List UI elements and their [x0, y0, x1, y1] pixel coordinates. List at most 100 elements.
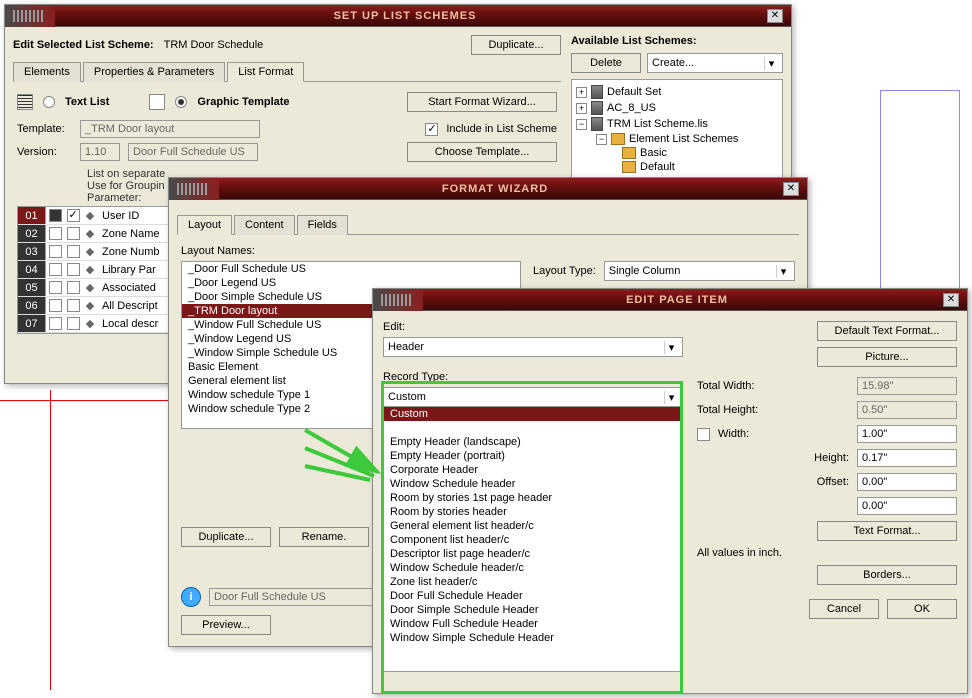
- record-type-dropdown[interactable]: Custom▾: [383, 387, 683, 407]
- version-num-field: 1.10: [80, 143, 120, 161]
- grip-icon: [177, 183, 207, 195]
- tabstrip: Elements Properties & Parameters List Fo…: [13, 61, 561, 82]
- expand-icon[interactable]: +: [576, 87, 587, 98]
- list-item[interactable]: Room by stories header: [384, 505, 682, 519]
- list-item[interactable]: Window Full Schedule Header: [384, 617, 682, 631]
- height-label: Height:: [697, 452, 849, 464]
- tab-content[interactable]: Content: [234, 215, 295, 235]
- text-format-button[interactable]: Text Format...: [817, 521, 957, 541]
- duplicate-button[interactable]: Duplicate...: [471, 35, 561, 55]
- choose-template-button[interactable]: Choose Template...: [407, 142, 557, 162]
- layout-type-label: Layout Type:: [533, 265, 596, 277]
- tree-item[interactable]: −Element List Schemes: [576, 132, 778, 146]
- list-item[interactable]: Door Simple Schedule Header: [384, 603, 682, 617]
- graphic-template-radio[interactable]: [175, 96, 187, 108]
- list-item[interactable]: Corporate Header: [384, 463, 682, 477]
- expand-icon[interactable]: +: [576, 103, 587, 114]
- text-list-icon: [17, 94, 33, 110]
- preview-button[interactable]: Preview...: [181, 615, 271, 635]
- list-item[interactable]: _Door Full Schedule US: [182, 262, 520, 276]
- height-field[interactable]: 0.17": [857, 449, 957, 467]
- rename-button[interactable]: Rename.: [279, 527, 369, 547]
- grip-icon: [13, 10, 43, 22]
- tree-item[interactable]: Basic: [576, 146, 778, 160]
- default-text-format-button[interactable]: Default Text Format...: [817, 321, 957, 341]
- collapse-icon[interactable]: −: [596, 134, 607, 145]
- duplicate-button[interactable]: Duplicate...: [181, 527, 271, 547]
- tab-list-format[interactable]: List Format: [227, 62, 304, 82]
- folder-icon: [622, 147, 636, 159]
- text-list-radio[interactable]: [43, 96, 55, 108]
- cancel-button[interactable]: Cancel: [809, 599, 879, 619]
- list-item[interactable]: Descriptor list page header/c: [384, 547, 682, 561]
- row-checkbox[interactable]: ✓: [67, 209, 80, 222]
- tab-elements[interactable]: Elements: [13, 62, 81, 82]
- tree-item[interactable]: +Default Set: [576, 84, 778, 100]
- titlebar[interactable]: Set Up List Schemes ✕: [5, 5, 791, 27]
- table-row[interactable]: 01 ✓ ◆ User ID: [18, 207, 176, 225]
- sort-icon[interactable]: ◆: [82, 209, 98, 222]
- offset2-field[interactable]: 0.00": [857, 497, 957, 515]
- list-item[interactable]: Window Schedule header/c: [384, 561, 682, 575]
- picture-button[interactable]: Picture...: [817, 347, 957, 367]
- total-height-label: Total Height:: [697, 404, 849, 416]
- list-item[interactable]: [384, 421, 682, 435]
- include-label: Include in List Scheme: [446, 123, 557, 135]
- titlebar[interactable]: Format Wizard ✕: [169, 178, 807, 200]
- text-list-label: Text List: [65, 96, 109, 108]
- include-checkbox[interactable]: ✓: [425, 123, 438, 136]
- borders-button[interactable]: Borders...: [817, 565, 957, 585]
- list-item[interactable]: Empty Header (landscape): [384, 435, 682, 449]
- close-icon[interactable]: ✕: [767, 9, 783, 23]
- list-item[interactable]: Window Schedule header: [384, 477, 682, 491]
- list-item[interactable]: Empty Header (portrait): [384, 449, 682, 463]
- collapse-icon[interactable]: −: [576, 119, 587, 130]
- list-item[interactable]: Custom: [384, 407, 682, 421]
- close-icon[interactable]: ✕: [783, 182, 799, 196]
- table-row[interactable]: 05◆Associated: [18, 279, 176, 297]
- width-checkbox[interactable]: [697, 428, 710, 441]
- table-row[interactable]: 06◆All Descript: [18, 297, 176, 315]
- table-row[interactable]: 04◆Library Par: [18, 261, 176, 279]
- list-item[interactable]: Zone list header/c: [384, 575, 682, 589]
- list-item[interactable]: Component list header/c: [384, 533, 682, 547]
- layout-type-dropdown[interactable]: Single Column▾: [604, 261, 795, 281]
- folder-icon: [622, 161, 636, 173]
- ok-button[interactable]: OK: [887, 599, 957, 619]
- offset-field[interactable]: 0.00": [857, 473, 957, 491]
- width-field[interactable]: 1.00": [857, 425, 957, 443]
- scheme-tree[interactable]: +Default Set +AC_8_US −TRM List Scheme.l…: [571, 79, 783, 179]
- footer-field: Door Full Schedule US: [209, 588, 389, 606]
- create-dropdown[interactable]: Create...▾: [647, 53, 783, 73]
- file-icon: [591, 85, 603, 99]
- table-row[interactable]: 02◆Zone Name: [18, 225, 176, 243]
- window-title: Edit Page Item: [411, 294, 943, 306]
- chevron-down-icon: ▾: [764, 57, 778, 70]
- edit-label: Edit:: [383, 321, 683, 333]
- row-checkbox[interactable]: [49, 209, 62, 222]
- table-row[interactable]: 07◆Local descr: [18, 315, 176, 333]
- list-item[interactable]: Room by stories 1st page header: [384, 491, 682, 505]
- tree-item[interactable]: Default: [576, 160, 778, 174]
- tab-layout[interactable]: Layout: [177, 215, 232, 235]
- close-icon[interactable]: ✕: [943, 293, 959, 307]
- window-title: Format Wizard: [207, 183, 783, 195]
- tab-fields[interactable]: Fields: [297, 215, 348, 235]
- tree-item[interactable]: −TRM List Scheme.lis: [576, 116, 778, 132]
- tree-item[interactable]: +AC_8_US: [576, 100, 778, 116]
- list-item[interactable]: Window Simple Schedule Header: [384, 631, 682, 645]
- titlebar[interactable]: Edit Page Item ✕: [373, 289, 967, 311]
- record-type-label: Record Type:: [383, 371, 683, 383]
- tab-properties[interactable]: Properties & Parameters: [83, 62, 225, 82]
- start-format-wizard-button[interactable]: Start Format Wizard...: [407, 92, 557, 112]
- layout-names-label: Layout Names:: [181, 245, 795, 257]
- table-row[interactable]: 03◆Zone Numb: [18, 243, 176, 261]
- chevron-down-icon: ▾: [664, 391, 678, 404]
- record-type-options[interactable]: Custom Empty Header (landscape)Empty Hea…: [383, 407, 683, 672]
- list-item[interactable]: Door Full Schedule Header: [384, 589, 682, 603]
- list-item[interactable]: General element list header/c: [384, 519, 682, 533]
- edit-dropdown[interactable]: Header▾: [383, 337, 683, 357]
- parameter-table: 01 ✓ ◆ User ID 02◆Zone Name 03◆Zone Numb…: [17, 206, 177, 334]
- delete-button[interactable]: Delete: [571, 53, 641, 73]
- all-values-label: All values in inch.: [697, 547, 957, 559]
